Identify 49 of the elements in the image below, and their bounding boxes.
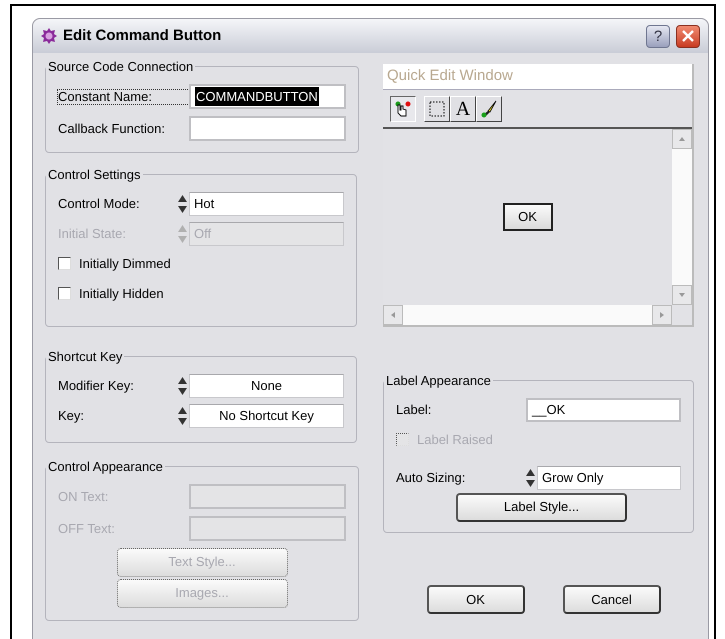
group-title: Source Code Connection (47, 58, 194, 76)
dotted-rectangle-icon (428, 100, 446, 118)
text-field[interactable]: __OK (526, 398, 681, 422)
text-field[interactable]: COMMANDBUTTON (189, 84, 346, 109)
group-title: Shortcut Key (47, 348, 124, 366)
group-title: Control Appearance (47, 458, 164, 476)
field-label: Modifier Key: (58, 376, 135, 395)
up-down-arrows-icon[interactable] (525, 468, 536, 488)
checkbox-label: Initially Dimmed (79, 254, 171, 273)
close-button[interactable] (676, 24, 700, 48)
ring-field[interactable]: No Shortcut Key (189, 404, 344, 428)
field-label: Initial State: (58, 224, 127, 243)
field-label: OFF Text: (58, 520, 116, 538)
ring-field[interactable]: Hot (189, 192, 344, 216)
up-down-arrows-icon[interactable] (177, 194, 188, 214)
ring-field[interactable]: Grow Only (537, 466, 681, 490)
help-button[interactable]: ? (646, 24, 670, 48)
ring-field[interactable]: None (189, 374, 344, 398)
window-title: Edit Command Button (63, 26, 222, 46)
checkbox[interactable] (58, 257, 71, 270)
field-label: Label: (396, 400, 432, 419)
push-button[interactable]: Cancel (562, 585, 660, 614)
app-logo-icon (41, 28, 57, 44)
checkbox-label: Initially Hidden (79, 284, 164, 303)
text-field[interactable] (189, 516, 346, 541)
group-title: Label Appearance (385, 372, 492, 390)
checkbox-label: Label Raised (417, 430, 493, 449)
field-label: Key: (58, 406, 86, 425)
field-label: Constant Name: (58, 90, 189, 104)
tool-button[interactable] (390, 96, 416, 122)
group-title: Control Settings (47, 166, 142, 184)
pointing-hand-icon (393, 98, 413, 118)
push-button[interactable]: Label Style... (456, 492, 627, 522)
paintbrush-icon (479, 98, 499, 118)
horizontal-scrollbar[interactable] (383, 305, 672, 325)
field-label: Control Mode: (58, 194, 141, 213)
field-label: Callback Function: (58, 120, 166, 138)
text-tool-glyph: A (456, 98, 470, 118)
field-label: Auto Sizing: (396, 468, 466, 487)
preview-button[interactable]: OK (502, 203, 552, 231)
vertical-scrollbar[interactable] (672, 129, 692, 305)
close-icon (681, 29, 695, 43)
text-field[interactable] (189, 116, 346, 141)
up-down-arrows-icon[interactable] (177, 376, 188, 396)
up-down-arrows-icon[interactable] (177, 406, 188, 426)
tool-button[interactable]: A (450, 96, 476, 122)
checkbox[interactable] (58, 287, 71, 300)
field-label: ON Text: (58, 488, 110, 506)
push-button[interactable]: OK (426, 585, 524, 614)
